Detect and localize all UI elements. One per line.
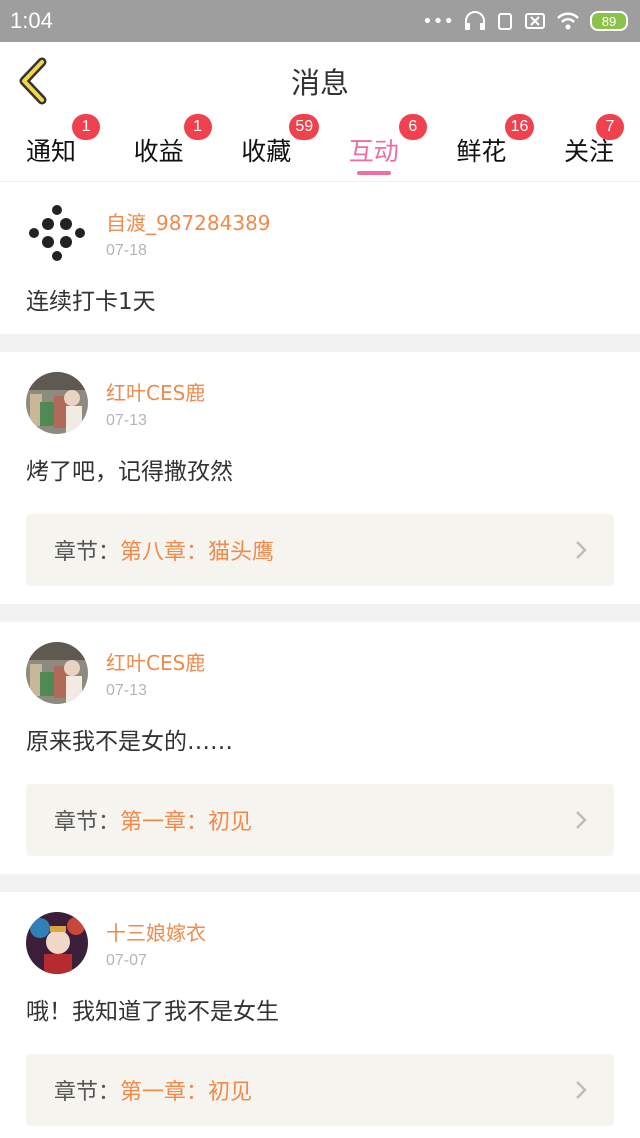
more-dots-icon: •••	[422, 10, 454, 32]
user-info: 红叶CES鹿 07-13	[106, 377, 205, 430]
active-tab-indicator	[356, 171, 391, 175]
page-header: 消息	[0, 42, 640, 120]
tab-notice[interactable]: 通知 1	[26, 114, 101, 181]
chapter-text: 章节：第一章：初见	[54, 1074, 252, 1106]
chapter-title: 第一章：初见	[120, 1080, 253, 1105]
tab-label: 收藏	[241, 137, 292, 166]
chapter-text: 章节：第一章：初见	[54, 804, 252, 836]
chevron-right-icon	[576, 811, 587, 829]
unread-badge: 16	[504, 114, 535, 140]
chapter-label: 章节：	[54, 540, 121, 565]
unread-badge: 59	[289, 114, 320, 140]
tab-favorites[interactable]: 收藏 59	[241, 114, 320, 181]
battery-icon: 89	[590, 11, 628, 31]
chapter-link[interactable]: 章节：第一章：初见	[26, 1054, 614, 1126]
tab-label: 鲜花	[456, 137, 507, 166]
username[interactable]: 红叶CES鹿	[106, 377, 205, 406]
message-tabs: 通知 1 收益 1 收藏 59 互动 6 鲜花 16 关注 7	[0, 114, 640, 182]
username[interactable]: 十三娘嫁衣	[106, 917, 206, 946]
message-date: 07-13	[106, 411, 147, 429]
status-bar: 1:04 ••• 89	[0, 0, 640, 42]
chevron-right-icon	[576, 541, 587, 559]
back-chevron-icon[interactable]	[14, 56, 54, 106]
chapter-label: 章节：	[54, 1080, 121, 1105]
status-time: 1:04	[10, 8, 53, 33]
chapter-title: 第八章：猫头鹰	[120, 540, 275, 565]
user-info: 十三娘嫁衣 07-07	[106, 917, 206, 970]
chapter-label: 章节：	[54, 810, 121, 835]
status-icons: ••• 89	[422, 11, 628, 32]
user-row: 红叶CES鹿 07-13	[26, 642, 614, 704]
tab-label: 收益	[133, 137, 184, 166]
wifi-icon	[557, 12, 579, 30]
message-text: 烤了吧，记得撒孜然	[26, 459, 233, 485]
headphone-icon	[465, 11, 485, 30]
message-text: 原来我不是女的……	[26, 729, 233, 755]
page-title: 消息	[290, 66, 349, 100]
avatar[interactable]	[26, 202, 88, 264]
message-card[interactable]: 红叶CES鹿 07-13 原来我不是女的…… 章节：第一章：初见	[0, 622, 640, 874]
chapter-link[interactable]: 章节：第一章：初见	[26, 784, 614, 856]
message-text: 连续打卡1天	[26, 289, 156, 315]
tab-earnings[interactable]: 收益 1	[133, 114, 212, 181]
tab-label: 通知	[26, 137, 77, 166]
message-date: 07-18	[106, 241, 147, 259]
tab-interaction[interactable]: 互动 6	[348, 114, 427, 181]
username[interactable]: 红叶CES鹿	[106, 647, 205, 676]
no-signal-icon	[525, 13, 545, 29]
unread-badge: 1	[183, 114, 212, 140]
avatar[interactable]	[26, 642, 88, 704]
user-info: 自渡_987284389 07-18	[106, 207, 271, 260]
chevron-right-icon	[576, 1081, 587, 1099]
tab-label: 互动	[348, 137, 399, 166]
tab-label: 关注	[563, 137, 614, 166]
avatar[interactable]	[26, 372, 88, 434]
message-date: 07-13	[106, 681, 147, 699]
unread-badge: 6	[398, 114, 427, 140]
message-card[interactable]: 红叶CES鹿 07-13 烤了吧，记得撒孜然 章节：第八章：猫头鹰	[0, 352, 640, 604]
tab-flowers[interactable]: 鲜花 16	[456, 114, 535, 181]
username[interactable]: 自渡_987284389	[106, 207, 271, 236]
sim-icon	[498, 13, 512, 30]
chapter-text: 章节：第八章：猫头鹰	[54, 534, 274, 566]
chapter-link[interactable]: 章节：第八章：猫头鹰	[26, 514, 614, 586]
message-card[interactable]: 十三娘嫁衣 07-07 哦！我知道了我不是女生 章节：第一章：初见	[0, 892, 640, 1138]
user-row: 十三娘嫁衣 07-07	[26, 912, 614, 974]
avatar[interactable]	[26, 912, 88, 974]
tab-following[interactable]: 关注 7	[563, 114, 624, 181]
message-text: 哦！我知道了我不是女生	[26, 999, 279, 1025]
user-row: 自渡_987284389 07-18	[26, 202, 614, 264]
message-date: 07-07	[106, 951, 147, 969]
unread-badge: 1	[72, 114, 101, 140]
unread-badge: 7	[595, 114, 624, 140]
user-info: 红叶CES鹿 07-13	[106, 647, 205, 700]
chapter-title: 第一章：初见	[120, 810, 253, 835]
message-card[interactable]: 自渡_987284389 07-18 连续打卡1天	[0, 182, 640, 334]
user-row: 红叶CES鹿 07-13	[26, 372, 614, 434]
